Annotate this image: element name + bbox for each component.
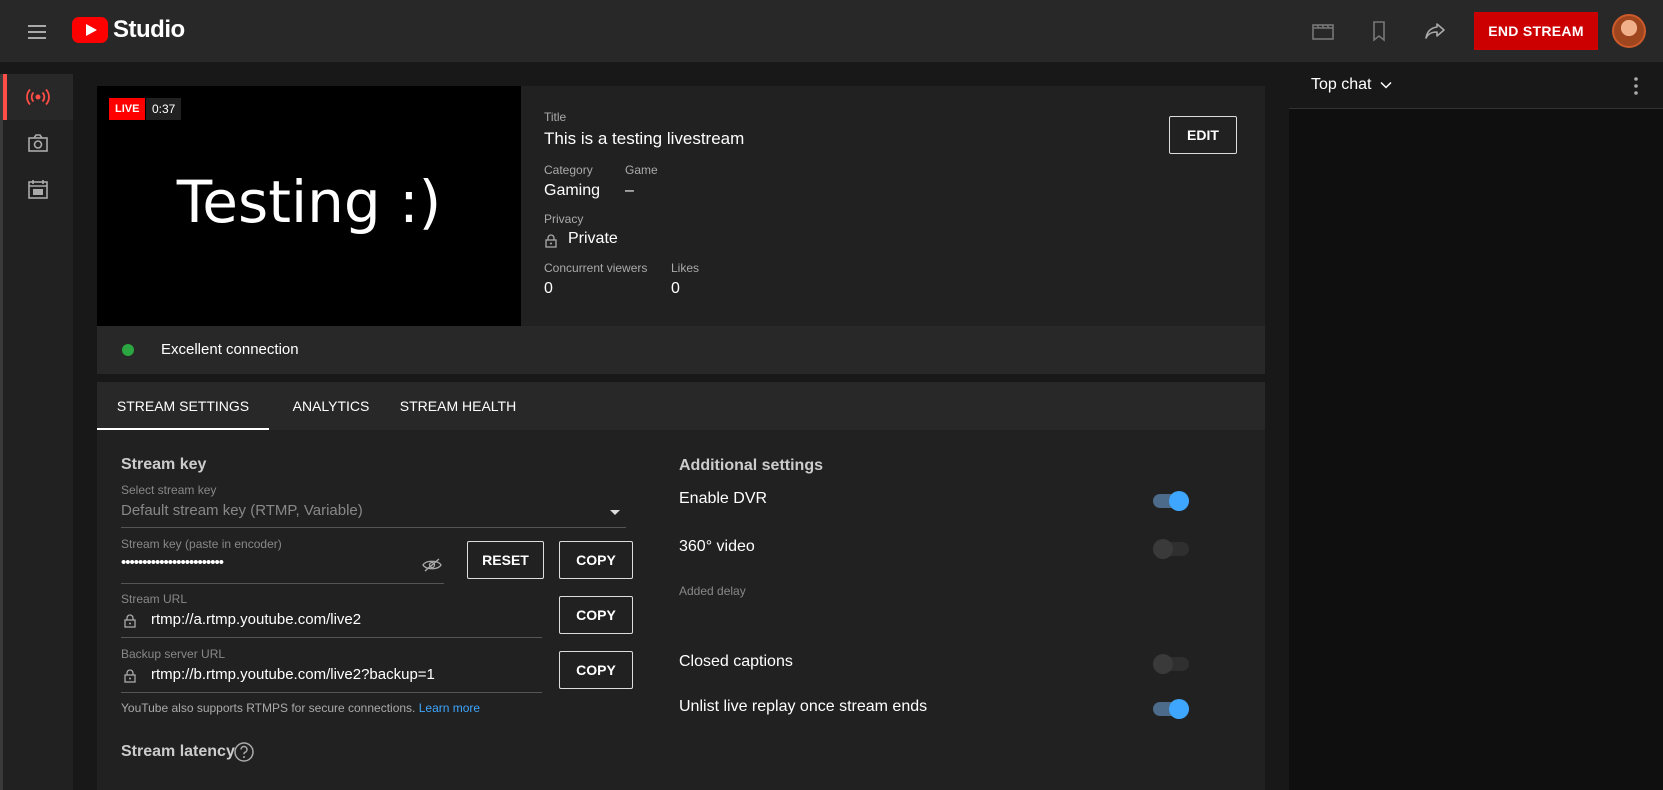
camera-icon: [28, 134, 48, 152]
reset-button[interactable]: RESET: [467, 541, 544, 579]
studio-logo[interactable]: Studio: [72, 16, 185, 44]
youtube-logo-icon: [72, 17, 108, 43]
live-badge: LIVE: [109, 98, 146, 120]
stream-key-title: Stream key: [121, 456, 207, 473]
calendar-icon: [28, 180, 48, 199]
end-stream-button[interactable]: END STREAM: [1474, 12, 1598, 50]
unlist-replay-toggle[interactable]: [1153, 699, 1189, 719]
tab-bar: STREAM SETTINGS ANALYTICS STREAM HEALTH: [97, 382, 1265, 430]
chevron-down-icon: [1380, 81, 1392, 89]
connection-status-icon: [122, 344, 134, 356]
preview-overlay-text: Testing :): [176, 168, 442, 236]
unlist-replay-label: Unlist live replay once stream ends: [679, 698, 928, 715]
copy-key-button[interactable]: COPY: [559, 541, 633, 579]
backup-url-label: Backup server URL: [121, 647, 226, 661]
lock-icon: [124, 614, 136, 628]
stream-key-field[interactable]: ••••••••••••••••••••••••: [121, 554, 224, 571]
title-value: This is a testing livestream: [544, 129, 745, 148]
nav-item-camera[interactable]: [3, 120, 73, 166]
backup-url-field[interactable]: rtmp://b.rtmp.youtube.com/live2?backup=1: [151, 666, 435, 683]
viewers-value: 0: [544, 280, 553, 297]
share-icon[interactable]: [1422, 18, 1448, 44]
privacy-label: Privacy: [544, 212, 584, 226]
stream-url-field[interactable]: rtmp://a.rtmp.youtube.com/live2: [151, 611, 361, 628]
visibility-off-icon[interactable]: [422, 557, 442, 573]
nav-item-schedule[interactable]: [3, 166, 73, 212]
settings-panel: Stream key Select stream key Default str…: [97, 430, 1265, 790]
enable-dvr-toggle[interactable]: [1153, 491, 1189, 511]
more-vert-icon[interactable]: [1633, 76, 1639, 96]
enable-dvr-label: Enable DVR: [679, 490, 768, 507]
logo-text: Studio: [113, 16, 185, 43]
top-bar: Studio END STREAM: [0, 0, 1663, 63]
rtmps-note: YouTube also supports RTMPS for secure c…: [121, 701, 480, 715]
connection-bar: Excellent connection: [97, 326, 1265, 374]
chat-panel: Top chat: [1289, 63, 1663, 790]
chat-header: Top chat: [1289, 63, 1663, 109]
video-360-label: 360° video: [679, 538, 755, 555]
dropdown-arrow-icon[interactable]: [609, 509, 621, 517]
menu-icon[interactable]: [26, 20, 50, 44]
stream-url-label: Stream URL: [121, 592, 188, 606]
stream-preview[interactable]: LIVE 0:37 Testing :): [97, 86, 521, 326]
edit-button[interactable]: EDIT: [1169, 116, 1237, 154]
added-delay-label: Added delay: [679, 584, 746, 598]
live-broadcast-icon: [26, 88, 50, 106]
tab-stream-settings[interactable]: STREAM SETTINGS: [97, 382, 269, 430]
stream-url-underline: [121, 637, 542, 638]
stream-latency-title: Stream latency: [121, 743, 235, 760]
privacy-value: Private: [568, 230, 618, 247]
category-label: Category: [544, 163, 593, 177]
stream-key-label: Stream key (paste in encoder): [121, 537, 282, 551]
learn-more-link[interactable]: Learn more: [419, 701, 480, 715]
nav-item-live[interactable]: [3, 74, 73, 120]
avatar[interactable]: [1612, 14, 1646, 48]
game-label: Game: [625, 163, 658, 177]
lock-icon: [545, 234, 557, 248]
help-icon[interactable]: [233, 741, 255, 763]
likes-value: 0: [671, 280, 680, 297]
backup-url-underline: [121, 692, 542, 693]
tab-analytics[interactable]: ANALYTICS: [287, 382, 375, 430]
viewers-label: Concurrent viewers: [544, 261, 648, 275]
elapsed-time: 0:37: [146, 98, 182, 120]
bookmark-icon[interactable]: [1366, 18, 1392, 44]
stream-key-underline: [121, 583, 444, 584]
stream-info-card: LIVE 0:37 Testing :) Title This is a tes…: [97, 86, 1265, 326]
video-360-toggle[interactable]: [1153, 539, 1189, 559]
additional-settings-title: Additional settings: [679, 457, 823, 474]
title-label: Title: [544, 110, 567, 124]
select-key-label: Select stream key: [121, 483, 217, 497]
game-value: –: [625, 182, 634, 199]
copy-url-button[interactable]: COPY: [559, 596, 633, 634]
closed-captions-label: Closed captions: [679, 653, 793, 670]
copy-backup-button[interactable]: COPY: [559, 651, 633, 689]
clapperboard-icon[interactable]: [1310, 18, 1336, 44]
rtmps-note-text: YouTube also supports RTMPS for secure c…: [121, 701, 416, 715]
connection-status-text: Excellent connection: [161, 341, 299, 358]
left-nav: [0, 74, 73, 790]
chat-title: Top chat: [1311, 76, 1372, 93]
select-underline: [121, 527, 626, 528]
tab-stream-health[interactable]: STREAM HEALTH: [397, 382, 519, 430]
likes-label: Likes: [671, 261, 700, 275]
closed-captions-toggle[interactable]: [1153, 654, 1189, 674]
select-key-value[interactable]: Default stream key (RTMP, Variable): [121, 502, 363, 519]
lock-icon: [124, 669, 136, 683]
category-value: Gaming: [544, 182, 601, 199]
chat-mode-dropdown[interactable]: Top chat: [1311, 76, 1392, 94]
